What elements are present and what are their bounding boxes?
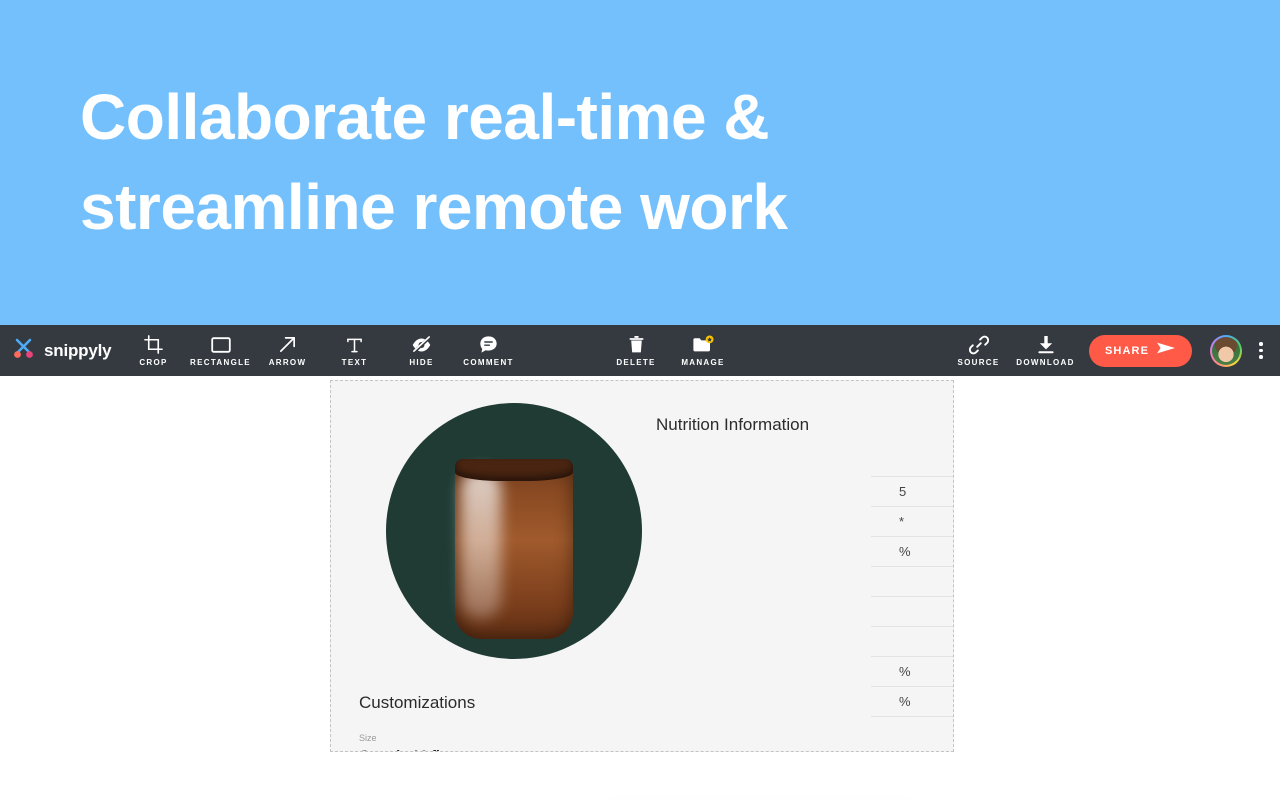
share-button-label: SHARE	[1105, 344, 1150, 357]
tool-hide[interactable]: HIDE	[388, 325, 455, 376]
tool-arrow-label: ARROW	[268, 357, 307, 367]
rectangle-icon	[210, 335, 231, 355]
screenshot-document[interactable]: Nutrition Information Customizations Siz…	[330, 380, 954, 752]
tool-rectangle-label: RECTANGLE	[190, 357, 251, 367]
text-icon	[346, 335, 363, 355]
size-value: Grande 16 fl oz	[359, 747, 459, 751]
tool-crop-label: CROP	[139, 357, 168, 367]
table-row: %	[871, 657, 953, 687]
tool-comment[interactable]: COMMENT	[455, 325, 522, 376]
table-row: 5	[871, 477, 953, 507]
folder-star-icon	[692, 335, 714, 355]
table-row	[871, 597, 953, 627]
comment-bubble-icon	[479, 335, 498, 355]
kebab-menu-icon[interactable]	[1248, 342, 1274, 359]
nutrition-table: 5 * % % %	[871, 447, 953, 717]
editor-toolbar: snippyly CROP RECTANGLE ARROW TEXT HIDE …	[0, 325, 1280, 376]
tool-delete[interactable]: DELETE	[603, 325, 670, 376]
tool-rectangle[interactable]: RECTANGLE	[187, 325, 254, 376]
link-chain-icon	[968, 335, 989, 355]
table-row	[871, 447, 953, 477]
table-row: %	[871, 687, 953, 717]
trash-icon	[628, 335, 645, 355]
tool-source[interactable]: SOURCE	[945, 325, 1012, 376]
table-row: *	[871, 507, 953, 537]
hero-headline: Collaborate real-time & streamline remot…	[80, 81, 788, 243]
scissors-icon	[12, 337, 36, 364]
avatar[interactable]	[1210, 334, 1243, 367]
nutrition-heading: Nutrition Information	[656, 415, 810, 434]
brand-logo[interactable]: snippyly	[0, 337, 120, 364]
table-row	[871, 567, 953, 597]
avatar-image	[1212, 336, 1241, 365]
size-label: Size	[359, 733, 377, 743]
tool-download-label: DOWNLOAD	[1016, 357, 1075, 367]
arrow-up-right-icon	[278, 335, 297, 355]
table-row: %	[871, 537, 953, 567]
eye-slash-icon	[411, 335, 432, 355]
editor-canvas: Nutrition Information Customizations Siz…	[0, 376, 1280, 800]
tool-source-label: SOURCE	[957, 357, 1000, 367]
tool-arrow[interactable]: ARROW	[254, 325, 321, 376]
tool-delete-label: DELETE	[616, 357, 656, 367]
tool-download[interactable]: DOWNLOAD	[1012, 325, 1079, 376]
customizations-heading: Customizations	[359, 693, 476, 712]
product-image	[386, 403, 642, 659]
tool-text-label: TEXT	[341, 357, 368, 367]
tool-crop[interactable]: CROP	[120, 325, 187, 376]
download-icon	[1037, 335, 1055, 355]
iced-coffee-glass	[455, 459, 573, 639]
crop-icon	[144, 335, 163, 355]
tool-manage[interactable]: MANAGE	[670, 325, 737, 376]
hero-banner: Collaborate real-time & streamline remot…	[0, 0, 1280, 325]
tool-text[interactable]: TEXT	[321, 325, 388, 376]
tool-hide-label: HIDE	[409, 357, 434, 367]
share-button[interactable]: SHARE	[1089, 334, 1193, 367]
table-row	[871, 627, 953, 657]
brand-name: snippyly	[44, 340, 112, 360]
paper-plane-icon	[1156, 340, 1176, 361]
tool-comment-label: COMMENT	[463, 357, 514, 367]
tool-manage-label: MANAGE	[681, 357, 725, 367]
